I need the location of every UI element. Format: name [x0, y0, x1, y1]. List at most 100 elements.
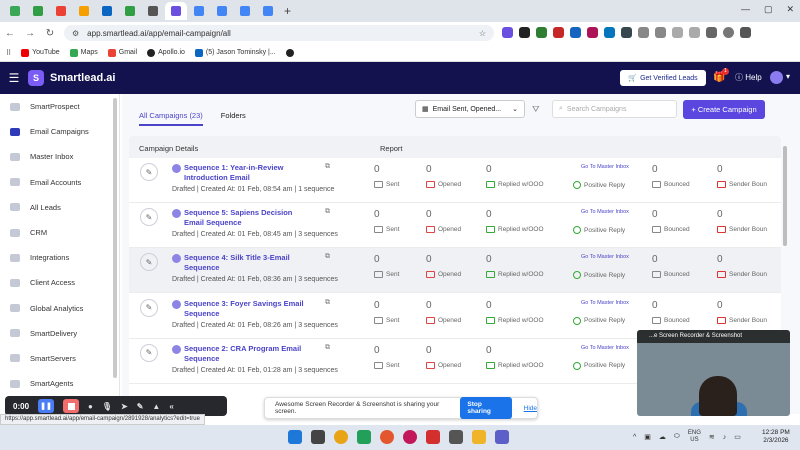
extension-icon[interactable] — [638, 27, 649, 38]
extension-icon[interactable] — [621, 27, 632, 38]
edit-campaign-icon[interactable]: ✎ — [140, 343, 158, 362]
forward-icon[interactable]: → — [20, 28, 40, 39]
browser-tab[interactable] — [142, 2, 164, 20]
browser-tab[interactable] — [211, 2, 233, 20]
sidebar-item-all-leads[interactable]: All Leads — [0, 195, 119, 220]
campaign-name-link[interactable]: Sequence 5: Sapiens Decision Email Seque… — [184, 208, 314, 228]
sidebar-item-crm[interactable]: CRM — [0, 220, 119, 245]
browser-tab[interactable] — [188, 2, 210, 20]
new-tab-icon[interactable]: + — [284, 4, 291, 18]
browser-tab[interactable] — [50, 2, 72, 20]
webcam-overlay[interactable]: ...e Screen Recorder & Screenshot — [637, 330, 790, 416]
bookmark-youtube[interactable]: YouTube — [21, 48, 60, 57]
sidebar-item-smartprospect[interactable]: SmartProspect — [0, 94, 119, 119]
taskbar-clock[interactable]: 12:28 PM 2/3/2026 — [762, 429, 790, 445]
windows-start-icon[interactable] — [288, 430, 302, 444]
camera-icon[interactable]: ● — [88, 402, 93, 411]
pause-button[interactable]: ❚❚ — [38, 399, 55, 413]
tray-app-icon[interactable]: ▣ — [644, 433, 651, 441]
back-icon[interactable]: ← — [0, 28, 20, 39]
hamburger-menu-icon[interactable]: ☰ — [0, 71, 28, 85]
extension-icon[interactable] — [587, 27, 598, 38]
open-external-icon[interactable]: ⧉ — [325, 163, 330, 171]
browser-tab[interactable] — [96, 2, 118, 20]
cursor-icon[interactable]: ➤ — [121, 402, 128, 411]
menu-dots-icon[interactable] — [740, 27, 751, 38]
user-avatar[interactable] — [770, 71, 783, 84]
edit-campaign-icon[interactable]: ✎ — [140, 163, 158, 181]
apps-grid-icon[interactable]: ⠿ — [6, 49, 11, 57]
browser-tab[interactable] — [27, 2, 49, 20]
browser-tab[interactable] — [234, 2, 256, 20]
highlighter-icon[interactable]: ▲ — [152, 402, 160, 411]
sidebar-item-master-inbox[interactable]: Master Inbox — [0, 144, 119, 169]
edit-campaign-icon[interactable]: ✎ — [140, 253, 158, 272]
extension-icon[interactable] — [502, 27, 513, 38]
bookmark-star-icon[interactable]: ☆ — [479, 29, 486, 38]
table-row[interactable]: ✎ Sequence 5: Sapiens Decision Email Sequ… — [129, 203, 781, 249]
edit-campaign-icon[interactable]: ✎ — [140, 208, 158, 227]
tab-all-campaigns[interactable]: All Campaigns (23) — [139, 111, 203, 126]
wps-icon[interactable] — [426, 430, 440, 444]
task-view-icon[interactable] — [311, 430, 325, 444]
brave-icon[interactable] — [380, 430, 394, 444]
get-verified-leads-button[interactable]: 🛒 Get Verified Leads — [620, 70, 706, 86]
campaign-name-link[interactable]: Sequence 1: Year-in-Review Introduction … — [184, 163, 314, 183]
sidebar-item-integrations[interactable]: Integrations — [0, 245, 119, 270]
app-icon[interactable] — [403, 430, 417, 444]
open-external-icon[interactable]: ⧉ — [325, 253, 330, 261]
extension-icon[interactable] — [604, 27, 615, 38]
file-explorer-icon[interactable] — [472, 430, 486, 444]
sidebar-item-email-campaigns[interactable]: Email Campaigns — [0, 119, 119, 144]
maximize-icon[interactable]: ▢ — [764, 4, 773, 15]
bookmark-apollo[interactable]: Apollo.io — [147, 48, 185, 57]
browser-tab-active[interactable] — [165, 2, 187, 20]
extension-icon[interactable] — [672, 27, 683, 38]
close-icon[interactable]: ✕ — [786, 4, 794, 15]
stop-sharing-button[interactable]: Stop sharing — [460, 397, 512, 419]
tray-chevron-icon[interactable]: ^ — [633, 434, 636, 441]
hide-banner-link[interactable]: Hide — [524, 405, 537, 412]
tab-folders[interactable]: Folders — [221, 111, 246, 126]
open-external-icon[interactable]: ⧉ — [325, 299, 330, 307]
filter-funnel-icon[interactable]: ⛛ — [532, 104, 540, 115]
create-campaign-button[interactable]: + Create Campaign — [683, 100, 765, 119]
tray-app-icon[interactable]: ⬭ — [674, 433, 680, 441]
minimize-icon[interactable]: — — [741, 4, 750, 15]
bookmark-maps[interactable]: Maps — [69, 48, 98, 57]
sidebar-item-smartservers[interactable]: SmartServers — [0, 346, 119, 371]
download-icon[interactable] — [706, 27, 717, 38]
status-filter-select[interactable]: ▦ Email Sent, Opened... ⌄ — [415, 100, 525, 118]
extension-icon[interactable] — [553, 27, 564, 38]
extension-icon[interactable] — [536, 27, 547, 38]
address-bar[interactable]: ⚙ app.smartlead.ai/app/email-campaign/al… — [64, 25, 494, 41]
go-to-master-inbox-link[interactable]: Go To Master Inbox — [581, 345, 629, 351]
app-icon[interactable] — [357, 430, 371, 444]
open-external-icon[interactable]: ⧉ — [325, 344, 330, 352]
site-info-icon[interactable]: ⚙ — [72, 29, 79, 38]
sidebar-item-global-analytics[interactable]: Global Analytics — [0, 296, 119, 321]
collapse-icon[interactable]: « — [169, 402, 173, 411]
bookmark-gmail[interactable]: Gmail — [107, 48, 137, 57]
browser-tab[interactable] — [4, 2, 26, 20]
sidebar-item-smartagents[interactable]: SmartAgents — [0, 371, 119, 396]
edit-campaign-icon[interactable]: ✎ — [140, 298, 158, 317]
language-indicator[interactable]: ENG US — [688, 430, 701, 444]
sidebar-item-client-access[interactable]: Client Access — [0, 270, 119, 295]
extension-icon[interactable] — [689, 27, 700, 38]
table-row[interactable]: ✎ Sequence 1: Year-in-Review Introduction… — [129, 158, 781, 203]
open-external-icon[interactable]: ⧉ — [325, 208, 330, 216]
browser-tab[interactable] — [73, 2, 95, 20]
go-to-master-inbox-link[interactable]: Go To Master Inbox — [581, 164, 629, 170]
campaign-name-link[interactable]: Sequence 2: CRA Program Email Sequence — [184, 344, 314, 364]
cloud-icon[interactable]: ☁ — [659, 433, 666, 441]
browser-tab[interactable] — [119, 2, 141, 20]
browser-tab[interactable] — [257, 2, 279, 20]
reload-icon[interactable]: ↻ — [40, 28, 60, 39]
bookmark-misc[interactable] — [285, 48, 294, 57]
go-to-master-inbox-link[interactable]: Go To Master Inbox — [581, 209, 629, 215]
bookmark-linkedin[interactable]: (5) Jason Tominsky |... — [194, 48, 276, 57]
extension-icon[interactable] — [519, 27, 530, 38]
teams-icon[interactable] — [495, 430, 509, 444]
chevron-down-icon[interactable]: ▾ — [786, 72, 790, 81]
